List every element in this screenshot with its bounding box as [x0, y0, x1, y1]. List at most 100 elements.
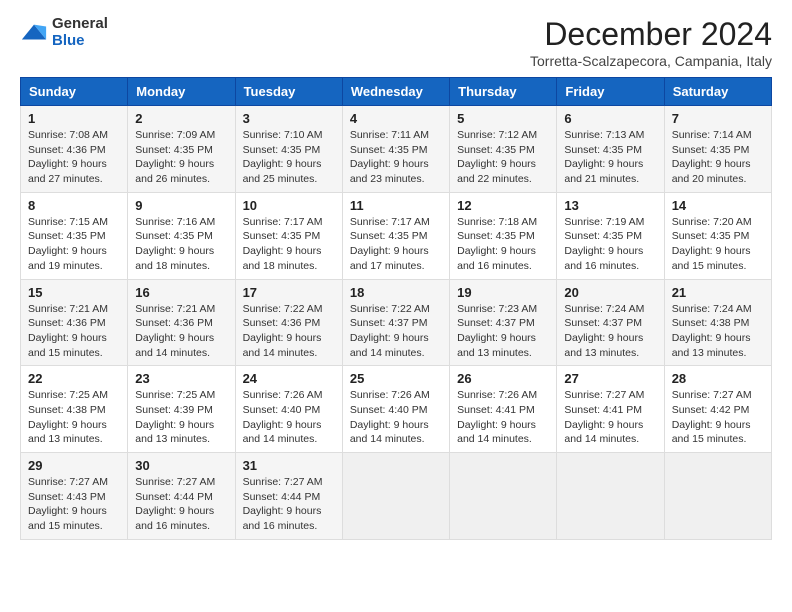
day-number: 4 — [350, 111, 442, 126]
calendar-cell: 7 Sunrise: 7:14 AMSunset: 4:35 PMDaylight… — [664, 106, 771, 193]
day-number: 26 — [457, 371, 549, 386]
day-number: 28 — [672, 371, 764, 386]
col-header-friday: Friday — [557, 78, 664, 106]
calendar-cell: 26Sunrise: 7:26 AMSunset: 4:41 PMDayligh… — [450, 366, 557, 453]
day-info: Sunrise: 7:26 AMSunset: 4:40 PMDaylight:… — [350, 388, 442, 447]
calendar-cell: 3 Sunrise: 7:10 AMSunset: 4:35 PMDaylight… — [235, 106, 342, 193]
day-info: Sunrise: 7:17 AMSunset: 4:35 PMDaylight:… — [243, 215, 335, 274]
calendar-header-row: SundayMondayTuesdayWednesdayThursdayFrid… — [21, 78, 772, 106]
day-number: 7 — [672, 111, 764, 126]
day-info: Sunrise: 7:23 AMSunset: 4:37 PMDaylight:… — [457, 302, 549, 361]
page-container: General Blue December 2024 Torretta-Scal… — [20, 16, 772, 540]
col-header-thursday: Thursday — [450, 78, 557, 106]
calendar-cell: 17 Sunrise: 7:22 AMSunset: 4:36 PMDayligh… — [235, 279, 342, 366]
calendar-cell: 14 Sunrise: 7:20 AMSunset: 4:35 PMDayligh… — [664, 192, 771, 279]
calendar-cell: 25 Sunrise: 7:26 AMSunset: 4:40 PMDayligh… — [342, 366, 449, 453]
day-info: Sunrise: 7:27 AMSunset: 4:43 PMDaylight:… — [28, 475, 120, 534]
calendar-week-row: 1 Sunrise: 7:08 AMSunset: 4:36 PMDaylight… — [21, 106, 772, 193]
calendar-cell: 4 Sunrise: 7:11 AMSunset: 4:35 PMDaylight… — [342, 106, 449, 193]
calendar-cell: 1 Sunrise: 7:08 AMSunset: 4:36 PMDaylight… — [21, 106, 128, 193]
logo-icon — [20, 19, 48, 47]
calendar-subtitle: Torretta-Scalzapecora, Campania, Italy — [530, 53, 772, 69]
header: General Blue December 2024 Torretta-Scal… — [20, 16, 772, 69]
calendar-cell: 23Sunrise: 7:25 AMSunset: 4:39 PMDayligh… — [128, 366, 235, 453]
day-number: 19 — [457, 285, 549, 300]
day-info: Sunrise: 7:09 AMSunset: 4:35 PMDaylight:… — [135, 128, 227, 187]
day-number: 10 — [243, 198, 335, 213]
day-info: Sunrise: 7:27 AMSunset: 4:42 PMDaylight:… — [672, 388, 764, 447]
day-number: 27 — [564, 371, 656, 386]
col-header-saturday: Saturday — [664, 78, 771, 106]
day-number: 5 — [457, 111, 549, 126]
day-number: 30 — [135, 458, 227, 473]
day-number: 31 — [243, 458, 335, 473]
day-info: Sunrise: 7:22 AMSunset: 4:37 PMDaylight:… — [350, 302, 442, 361]
day-info: Sunrise: 7:24 AMSunset: 4:37 PMDaylight:… — [564, 302, 656, 361]
calendar-cell — [342, 453, 449, 540]
calendar-cell: 22 Sunrise: 7:25 AMSunset: 4:38 PMDayligh… — [21, 366, 128, 453]
day-info: Sunrise: 7:19 AMSunset: 4:35 PMDaylight:… — [564, 215, 656, 274]
day-info: Sunrise: 7:27 AMSunset: 4:41 PMDaylight:… — [564, 388, 656, 447]
calendar-cell: 13 Sunrise: 7:19 AMSunset: 4:35 PMDayligh… — [557, 192, 664, 279]
calendar-cell: 16Sunrise: 7:21 AMSunset: 4:36 PMDayligh… — [128, 279, 235, 366]
col-header-sunday: Sunday — [21, 78, 128, 106]
col-header-monday: Monday — [128, 78, 235, 106]
col-header-wednesday: Wednesday — [342, 78, 449, 106]
day-info: Sunrise: 7:24 AMSunset: 4:38 PMDaylight:… — [672, 302, 764, 361]
day-info: Sunrise: 7:22 AMSunset: 4:36 PMDaylight:… — [243, 302, 335, 361]
calendar-cell: 15Sunrise: 7:21 AMSunset: 4:36 PMDayligh… — [21, 279, 128, 366]
day-info: Sunrise: 7:13 AMSunset: 4:35 PMDaylight:… — [564, 128, 656, 187]
day-number: 14 — [672, 198, 764, 213]
day-info: Sunrise: 7:16 AMSunset: 4:35 PMDaylight:… — [135, 215, 227, 274]
col-header-tuesday: Tuesday — [235, 78, 342, 106]
logo-blue-text: Blue — [52, 33, 108, 50]
calendar-cell: 27 Sunrise: 7:27 AMSunset: 4:41 PMDayligh… — [557, 366, 664, 453]
day-number: 13 — [564, 198, 656, 213]
day-number: 12 — [457, 198, 549, 213]
day-number: 20 — [564, 285, 656, 300]
logo-text: General Blue — [52, 16, 108, 49]
day-number: 22 — [28, 371, 120, 386]
day-info: Sunrise: 7:10 AMSunset: 4:35 PMDaylight:… — [243, 128, 335, 187]
calendar-cell — [557, 453, 664, 540]
calendar-cell: 10 Sunrise: 7:17 AMSunset: 4:35 PMDayligh… — [235, 192, 342, 279]
day-info: Sunrise: 7:20 AMSunset: 4:35 PMDaylight:… — [672, 215, 764, 274]
calendar-cell: 19 Sunrise: 7:23 AMSunset: 4:37 PMDayligh… — [450, 279, 557, 366]
calendar-cell: 24Sunrise: 7:26 AMSunset: 4:40 PMDayligh… — [235, 366, 342, 453]
calendar-cell: 8Sunrise: 7:15 AMSunset: 4:35 PMDaylight… — [21, 192, 128, 279]
calendar-cell: 28 Sunrise: 7:27 AMSunset: 4:42 PMDayligh… — [664, 366, 771, 453]
day-number: 3 — [243, 111, 335, 126]
day-info: Sunrise: 7:27 AMSunset: 4:44 PMDaylight:… — [243, 475, 335, 534]
day-number: 11 — [350, 198, 442, 213]
calendar-cell: 6Sunrise: 7:13 AMSunset: 4:35 PMDaylight… — [557, 106, 664, 193]
day-info: Sunrise: 7:18 AMSunset: 4:35 PMDaylight:… — [457, 215, 549, 274]
day-number: 18 — [350, 285, 442, 300]
day-info: Sunrise: 7:25 AMSunset: 4:38 PMDaylight:… — [28, 388, 120, 447]
day-number: 17 — [243, 285, 335, 300]
day-number: 21 — [672, 285, 764, 300]
calendar-cell: 5Sunrise: 7:12 AMSunset: 4:35 PMDaylight… — [450, 106, 557, 193]
day-number: 24 — [243, 371, 335, 386]
day-number: 29 — [28, 458, 120, 473]
day-number: 2 — [135, 111, 227, 126]
day-number: 1 — [28, 111, 120, 126]
calendar-cell: 2 Sunrise: 7:09 AMSunset: 4:35 PMDaylight… — [128, 106, 235, 193]
day-info: Sunrise: 7:11 AMSunset: 4:35 PMDaylight:… — [350, 128, 442, 187]
day-info: Sunrise: 7:27 AMSunset: 4:44 PMDaylight:… — [135, 475, 227, 534]
day-number: 25 — [350, 371, 442, 386]
day-number: 15 — [28, 285, 120, 300]
logo-general-text: General — [52, 16, 108, 33]
calendar-cell: 11 Sunrise: 7:17 AMSunset: 4:35 PMDayligh… — [342, 192, 449, 279]
day-info: Sunrise: 7:08 AMSunset: 4:36 PMDaylight:… — [28, 128, 120, 187]
day-number: 23 — [135, 371, 227, 386]
calendar-cell: 18 Sunrise: 7:22 AMSunset: 4:37 PMDayligh… — [342, 279, 449, 366]
calendar-cell: 12 Sunrise: 7:18 AMSunset: 4:35 PMDayligh… — [450, 192, 557, 279]
day-info: Sunrise: 7:17 AMSunset: 4:35 PMDaylight:… — [350, 215, 442, 274]
calendar-cell: 31 Sunrise: 7:27 AMSunset: 4:44 PMDayligh… — [235, 453, 342, 540]
calendar-cell: 29 Sunrise: 7:27 AMSunset: 4:43 PMDayligh… — [21, 453, 128, 540]
calendar-table: SundayMondayTuesdayWednesdayThursdayFrid… — [20, 77, 772, 540]
calendar-cell: 9Sunrise: 7:16 AMSunset: 4:35 PMDaylight… — [128, 192, 235, 279]
calendar-title: December 2024 — [530, 16, 772, 53]
calendar-cell — [450, 453, 557, 540]
day-info: Sunrise: 7:14 AMSunset: 4:35 PMDaylight:… — [672, 128, 764, 187]
